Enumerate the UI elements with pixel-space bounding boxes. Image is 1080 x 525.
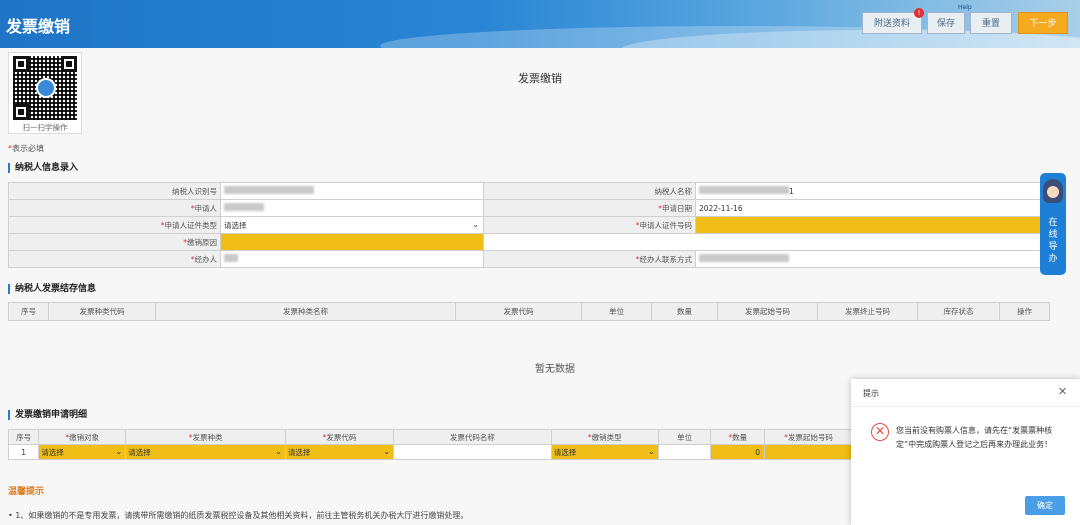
column-header: 发票终止号码 bbox=[817, 302, 918, 321]
confirm-button[interactable]: 确定 bbox=[1025, 496, 1065, 515]
chevron-down-icon: ⌄ bbox=[275, 447, 282, 456]
online-guide-label: 在线导办 bbox=[1048, 218, 1058, 264]
unit-cell bbox=[657, 444, 712, 460]
column-header: 序号 bbox=[8, 302, 49, 321]
label-id-number: *申请人证件号码 bbox=[483, 216, 696, 234]
tips-title: 温馨提示 bbox=[8, 487, 45, 497]
dialog-title: 提示 bbox=[863, 389, 879, 398]
dialog-message: 您当前没有购票人信息，请先在“发票票种核定”中完成购票人登记之后再来办理此业务！ bbox=[896, 426, 1053, 449]
label-taxpayer-id: 纳税人识别号 bbox=[8, 182, 221, 200]
alert-badge: ! bbox=[914, 8, 924, 18]
next-step-button[interactable]: 下一步 bbox=[1018, 12, 1068, 34]
page-title: 发票缴销 bbox=[518, 72, 562, 85]
code-name-cell bbox=[393, 444, 552, 460]
column-header: 发票代码名称 bbox=[393, 429, 552, 445]
redacted-value bbox=[699, 254, 789, 262]
reason-input[interactable] bbox=[220, 233, 484, 251]
save-button[interactable]: 保存 bbox=[927, 12, 965, 34]
column-header: 数量 bbox=[651, 302, 718, 321]
redacted-value bbox=[224, 203, 264, 211]
table-row: 1 请选择 ⌄ 请选择 ⌄ 请选择 ⌄ 请选择 ⌄ 0 bbox=[7, 444, 854, 460]
apply-header-row: 序号 *缴销对象 *发票种类 *发票代码 发票代码名称 *缴销类型 单位 *数量… bbox=[7, 429, 854, 445]
taxpayer-form: 纳税人识别号 纳税人名称 1 *申请人 *申请日期 2022-11-16 *申请… bbox=[8, 182, 1041, 268]
taxpayer-id-value bbox=[220, 182, 484, 200]
stock-header-row: 序号 发票种类代码 发票种类名称 发票代码 单位 数量 发票起始号码 发票终止号… bbox=[8, 302, 1050, 321]
label-taxpayer-name: 纳税人名称 bbox=[483, 182, 696, 200]
apply-date-field[interactable]: 2022-11-16 bbox=[695, 199, 1041, 217]
assistant-avatar-icon bbox=[1043, 179, 1063, 203]
quantity-input[interactable]: 0 bbox=[710, 444, 765, 460]
apply-table: 序号 *缴销对象 *发票种类 *发票代码 发票代码名称 *缴销类型 单位 *数量… bbox=[7, 429, 854, 460]
help-note: Help bbox=[958, 4, 972, 11]
column-header: 发票种类名称 bbox=[155, 302, 456, 321]
chevron-down-icon: ⌄ bbox=[472, 220, 479, 229]
redacted-value bbox=[224, 254, 238, 262]
required-note: *表示必填 bbox=[8, 143, 44, 154]
dialog-header: 提示 ✕ bbox=[851, 379, 1080, 407]
column-header: *缴销类型 bbox=[550, 429, 659, 445]
taxpayer-name-value: 1 bbox=[695, 182, 1041, 200]
label-handler-phone: *经办人联系方式 bbox=[483, 250, 696, 268]
header-title: 发票缴销 bbox=[6, 17, 71, 36]
label-id-type: *申请人证件类型 bbox=[8, 216, 221, 234]
column-header: 操作 bbox=[999, 302, 1050, 321]
column-header: *缴销对象 bbox=[38, 429, 127, 445]
column-header: *数量 bbox=[710, 429, 765, 445]
code-select[interactable]: 请选择 ⌄ bbox=[284, 444, 395, 460]
chevron-down-icon: ⌄ bbox=[383, 447, 391, 456]
column-header: 发票代码 bbox=[455, 302, 582, 321]
empty-cell bbox=[483, 233, 1041, 251]
tips-line: • 1、如果缴销的不是专用发票，请携带所需缴销的纸质发票税控设备及其他相关资料，… bbox=[8, 511, 469, 520]
label-applicant: *申请人 bbox=[8, 199, 221, 217]
row-index: 1 bbox=[7, 444, 40, 460]
stock-table: 序号 发票种类代码 发票种类名称 发票代码 单位 数量 发票起始号码 发票终止号… bbox=[8, 302, 1050, 321]
column-header: 发票起始号码 bbox=[717, 302, 818, 321]
target-select[interactable]: 请选择 ⌄ bbox=[38, 444, 127, 460]
label-handler: *经办人 bbox=[8, 250, 221, 268]
column-header: 单位 bbox=[657, 429, 712, 445]
empty-state: 暂无数据 bbox=[535, 364, 575, 375]
start-number-input[interactable] bbox=[763, 444, 854, 460]
attach-materials-button[interactable]: 附送资料 bbox=[862, 12, 922, 34]
column-header: 序号 bbox=[7, 429, 40, 445]
name-suffix: 1 bbox=[789, 187, 794, 196]
label-reason: *缴销原因 bbox=[8, 233, 221, 251]
reset-button[interactable]: 重置 bbox=[970, 12, 1012, 34]
qr-code-card: 扫一扫学操作 bbox=[8, 52, 82, 134]
handler-phone-field[interactable] bbox=[695, 250, 1041, 268]
top-header: 发票缴销 附送资料 ! Help 保存 重置 下一步 bbox=[0, 0, 1080, 48]
required-note-text: 表示必填 bbox=[12, 144, 44, 153]
column-header: *发票种类 bbox=[125, 429, 286, 445]
section-title-stock: 纳税人发票结存信息 bbox=[8, 284, 96, 294]
column-header: *发票代码 bbox=[284, 429, 395, 445]
id-type-select[interactable]: 请选择 ⌄ bbox=[220, 216, 484, 234]
column-header: 发票种类代码 bbox=[48, 302, 156, 321]
error-icon: ✕ bbox=[871, 423, 889, 441]
column-header: *发票起始号码 bbox=[763, 429, 854, 445]
kind-select[interactable]: 请选择 ⌄ bbox=[125, 444, 286, 460]
chevron-down-icon: ⌄ bbox=[115, 447, 123, 456]
chevron-down-icon: ⌄ bbox=[648, 447, 655, 456]
qr-caption: 扫一扫学操作 bbox=[22, 123, 68, 132]
redacted-value bbox=[699, 186, 789, 194]
section-title-taxpayer: 纳税人信息录入 bbox=[8, 163, 78, 173]
id-number-input[interactable] bbox=[695, 216, 1041, 234]
handler-field[interactable] bbox=[220, 250, 484, 268]
qr-finder-icon bbox=[13, 104, 29, 120]
type-select[interactable]: 请选择 ⌄ bbox=[550, 444, 659, 460]
alert-dialog: 提示 ✕ ✕ 您当前没有购票人信息，请先在“发票票种核定”中完成购票人登记之后再… bbox=[851, 379, 1080, 525]
redacted-value bbox=[224, 186, 314, 194]
id-type-value: 请选择 bbox=[224, 220, 247, 230]
online-guide-button[interactable]: 在线导办 bbox=[1040, 173, 1066, 275]
section-title-apply: 发票缴销申请明细 bbox=[8, 410, 87, 420]
close-icon[interactable]: ✕ bbox=[1058, 385, 1067, 398]
label-apply-date: *申请日期 bbox=[483, 199, 696, 217]
applicant-field[interactable] bbox=[220, 199, 484, 217]
column-header: 库存状态 bbox=[917, 302, 1000, 321]
column-header: 单位 bbox=[581, 302, 652, 321]
